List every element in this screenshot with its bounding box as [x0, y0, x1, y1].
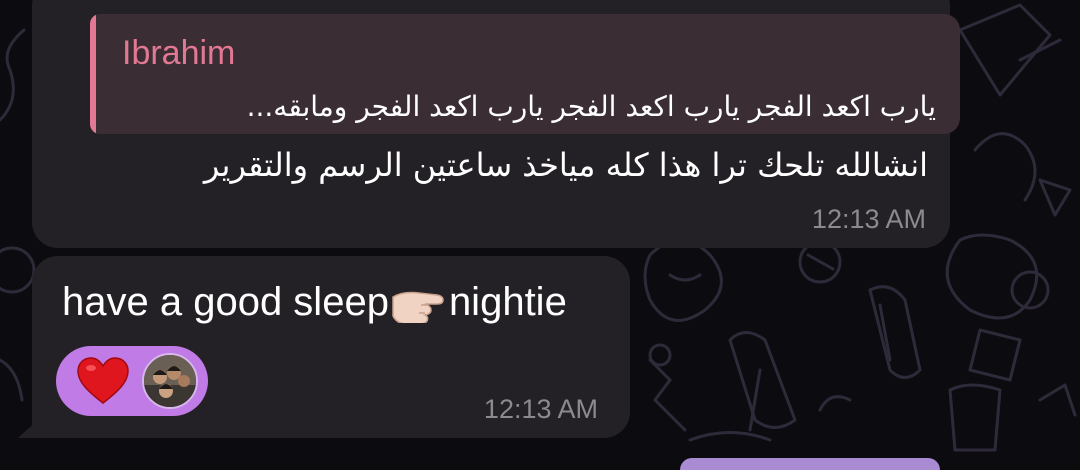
reply-quote[interactable]: Ibrahim يارب اكعد الفجر يارب اكعد الفجر … [90, 14, 960, 134]
message-text-part: nightie [448, 280, 567, 324]
reply-text: يارب اكعد الفجر يارب اكعد الفجر يارب اكع… [246, 90, 936, 123]
message-timestamp: 12:13 AM [811, 204, 926, 234]
message-text: have a good sleep nightie [62, 280, 567, 325]
reply-author: Ibrahim [122, 34, 236, 72]
red-heart-icon [76, 356, 130, 406]
message-bubble-incoming[interactable]: Ibrahim يارب اكعد الفجر يارب اكعد الفجر … [32, 0, 960, 248]
message-bubble-incoming[interactable]: have a good sleep nightie 12:13 AM [32, 256, 630, 438]
message-text: انشالله تلحك ترا هذا كله مياخذ ساعتين ال… [203, 146, 928, 184]
reaction-pill[interactable] [56, 346, 208, 416]
next-message-bubble-edge [680, 458, 940, 470]
message-text-part: have a good sleep [62, 280, 389, 324]
hand-pointing-icon [391, 283, 447, 325]
reactor-avatar[interactable] [142, 353, 198, 409]
reply-accent-bar [90, 14, 96, 134]
message-timestamp: 12:13 AM [483, 394, 598, 424]
